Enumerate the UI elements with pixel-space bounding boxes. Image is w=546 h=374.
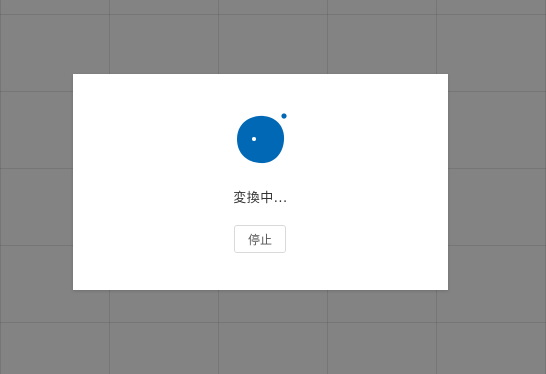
- conversion-status-text: 変換中...: [233, 191, 288, 206]
- progress-dialog: 変換中... 停止: [73, 74, 448, 290]
- stop-button[interactable]: 停止: [234, 225, 286, 253]
- loading-spinner-icon: [237, 113, 287, 164]
